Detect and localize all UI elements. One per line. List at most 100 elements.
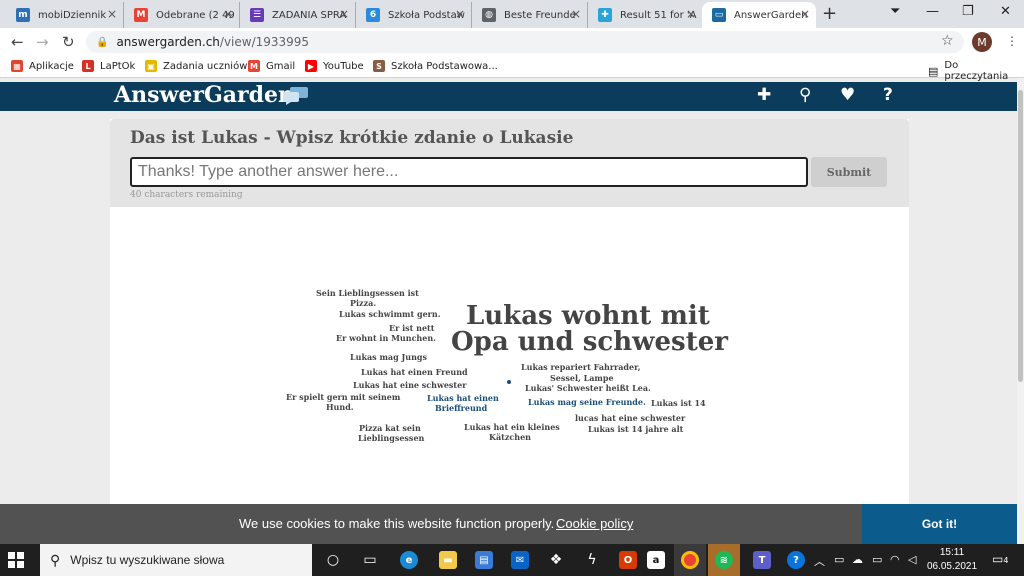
back-icon[interactable]: ← (11, 33, 24, 51)
dropbox-icon[interactable]: ❖ (540, 544, 572, 576)
restore-icon[interactable]: ❐ (962, 4, 974, 19)
cloud-answer[interactable]: Lukas' Schwester heißt Lea. (525, 383, 651, 393)
cloud-answer[interactable]: Lukas schwimmt gern. (339, 309, 440, 319)
close-icon[interactable]: × (800, 7, 810, 21)
windows-start-icon[interactable] (8, 552, 24, 568)
gmail-icon: M (248, 60, 260, 72)
help-icon[interactable]: ? (883, 85, 893, 105)
tab-result[interactable]: ✚ Result 51 for 'A × (588, 2, 702, 28)
close-icon[interactable]: × (455, 7, 465, 21)
cloud-answer[interactable]: Brieffreund (435, 403, 487, 413)
cloud-answer[interactable]: Lukas repariert Fahrrader, (521, 362, 641, 372)
cloud-answer[interactable]: Er spielt gern mit seinem (286, 392, 400, 402)
cloud-answer[interactable]: Er ist nett (389, 323, 434, 333)
close-icon[interactable]: × (107, 7, 117, 21)
cloud-answer-big[interactable]: Opa und schwester (451, 329, 728, 355)
got-it-button[interactable]: Got it! (862, 504, 1017, 544)
search-icon[interactable]: ⚲ (799, 85, 811, 105)
amazon-icon[interactable]: a (640, 544, 672, 576)
minimize-icon[interactable]: — (926, 4, 939, 19)
volume-icon[interactable]: ◁ (908, 553, 916, 566)
wifi-icon[interactable]: ◠ (890, 553, 900, 566)
bookmark-youtube[interactable]: ▶ YouTube (305, 60, 364, 72)
store-icon[interactable]: ▤ (468, 544, 500, 576)
bookmark-laptok[interactable]: L LaPtOk (82, 60, 135, 72)
cloud-answer[interactable]: Lukas ist 14 (651, 398, 706, 408)
tab-beste-freunde[interactable]: ◍ Beste Freunde × (472, 2, 588, 28)
tray-app-icon[interactable]: ▭ (834, 553, 844, 566)
mail-icon[interactable]: ✉ (504, 544, 536, 576)
reading-list-icon: ▤ (928, 64, 939, 78)
cloud-answer-big[interactable]: Lukas wohnt mit (466, 303, 710, 329)
cloud-answer[interactable]: Lieblingsessen (358, 433, 424, 443)
tab-answergarden[interactable]: ▭ AnswerGarden × (702, 2, 816, 28)
close-icon[interactable]: × (571, 7, 581, 21)
file-explorer-icon[interactable]: ▬ (432, 544, 464, 576)
window-close-icon[interactable]: ✕ (1000, 4, 1011, 19)
cloud-icon[interactable]: ☁ (852, 553, 863, 566)
cloud-answer[interactable]: Er wohnt in Munchen. (336, 333, 436, 343)
cloud-answer[interactable]: Kätzchen (489, 432, 531, 442)
task-view-icon[interactable]: ▭ (354, 544, 386, 576)
question-title: Das ist Lukas - Wpisz krótkie zdanie o L… (130, 128, 574, 148)
reading-list[interactable]: ▤ Do przeczytania (928, 60, 1024, 82)
bookmark-star-icon[interactable]: ☆ (941, 33, 954, 49)
cookie-policy-link[interactable]: Cookie policy (556, 516, 633, 531)
menu-icon[interactable]: ⋮ (1006, 34, 1018, 48)
cloud-answer[interactable]: Lukas mag Jungs (350, 352, 427, 362)
url-field[interactable]: 🔒 answergarden.ch/view/1933995 (86, 31, 964, 53)
cloud-answer[interactable]: lucas hat eine schwester (575, 413, 685, 423)
cloud-answer[interactable]: Lukas hat eine schwester (353, 380, 466, 390)
close-icon[interactable]: × (339, 7, 349, 21)
mobidziennik-icon: m (16, 8, 30, 22)
cloud-dot (507, 380, 511, 384)
taskbar-clock[interactable]: 15:11 06.05.2021 (924, 546, 980, 574)
cloud-answer[interactable]: Pizza. (350, 298, 376, 308)
close-icon[interactable]: × (223, 7, 233, 21)
cloud-answer[interactable]: Lukas hat ein kleines (464, 422, 560, 432)
submit-button[interactable]: Submit (811, 157, 887, 187)
cloud-answer[interactable]: Lukas hat einen Freund (361, 367, 468, 377)
cloud-answer[interactable]: Lukas mag seine Freunde. (528, 397, 646, 407)
notifications-icon[interactable]: ▭4 (992, 552, 1008, 566)
forward-icon[interactable]: → (36, 33, 49, 51)
edge-icon[interactable]: e (393, 544, 425, 576)
apps-grid-icon: ▦ (11, 60, 23, 72)
address-bar: ← → ↻ 🔒 answergarden.ch/view/1933995 ☆ M… (0, 28, 1024, 56)
site-logo[interactable]: AnswerGarden (114, 82, 294, 108)
cortana-icon[interactable]: ○ (317, 544, 349, 576)
tray-chevron-icon[interactable]: ︿ (814, 553, 825, 569)
bookmark-apps[interactable]: ▦ Aplikacje (11, 60, 74, 72)
bookmark-zadania[interactable]: ▣ Zadania uczniów (145, 60, 247, 72)
tab-szkola[interactable]: 6 Szkoła Podstaw × (356, 2, 472, 28)
app-icon[interactable]: ϟ (576, 544, 608, 576)
reload-icon[interactable]: ↻ (62, 33, 75, 51)
close-icon[interactable]: × (686, 7, 696, 21)
battery-icon[interactable]: ▭ (872, 553, 882, 566)
cloud-answer[interactable]: Hund. (326, 402, 354, 412)
cloud-answer[interactable]: Sein Lieblingsessen ist (316, 288, 419, 298)
heart-icon[interactable]: ♥ (840, 85, 855, 105)
teams-icon[interactable]: T (746, 544, 778, 576)
bookmark-gmail[interactable]: M Gmail (248, 60, 295, 72)
tab-search-icon[interactable]: ⏷ (890, 4, 900, 19)
help-app-icon[interactable]: ? (780, 544, 812, 576)
scrollbar-thumb[interactable] (1018, 90, 1023, 382)
chrome-icon[interactable] (674, 544, 706, 576)
url-host: answergarden.ch (116, 35, 220, 49)
bookmark-szkola[interactable]: S Szkoła Podstawowa... (373, 60, 498, 72)
taskbar-search[interactable]: ⚲ Wpisz tu wyszukiwane słowa (40, 544, 312, 576)
scrollbar[interactable] (1017, 78, 1024, 544)
tab-zadania[interactable]: ☰ ZADANIA SPRA × (240, 2, 356, 28)
cloud-answer[interactable]: Pizza kat sein (359, 423, 421, 433)
spotify-icon[interactable]: ≋ (708, 544, 740, 576)
add-icon[interactable]: ✚ (757, 85, 771, 105)
tab-mobidziennik[interactable]: m mobiDziennik × (6, 2, 124, 28)
cloud-answer[interactable]: Lukas hat einen (427, 393, 499, 403)
new-tab-icon[interactable]: + (822, 3, 837, 24)
answer-input[interactable] (130, 157, 808, 187)
cloud-answer[interactable]: Lukas ist 14 jahre alt (588, 424, 683, 434)
cloud-answer[interactable]: Sessel, Lampe (550, 373, 614, 383)
tab-gmail[interactable]: M Odebrane (2 49 × (124, 2, 240, 28)
profile-avatar[interactable]: M (972, 32, 992, 52)
